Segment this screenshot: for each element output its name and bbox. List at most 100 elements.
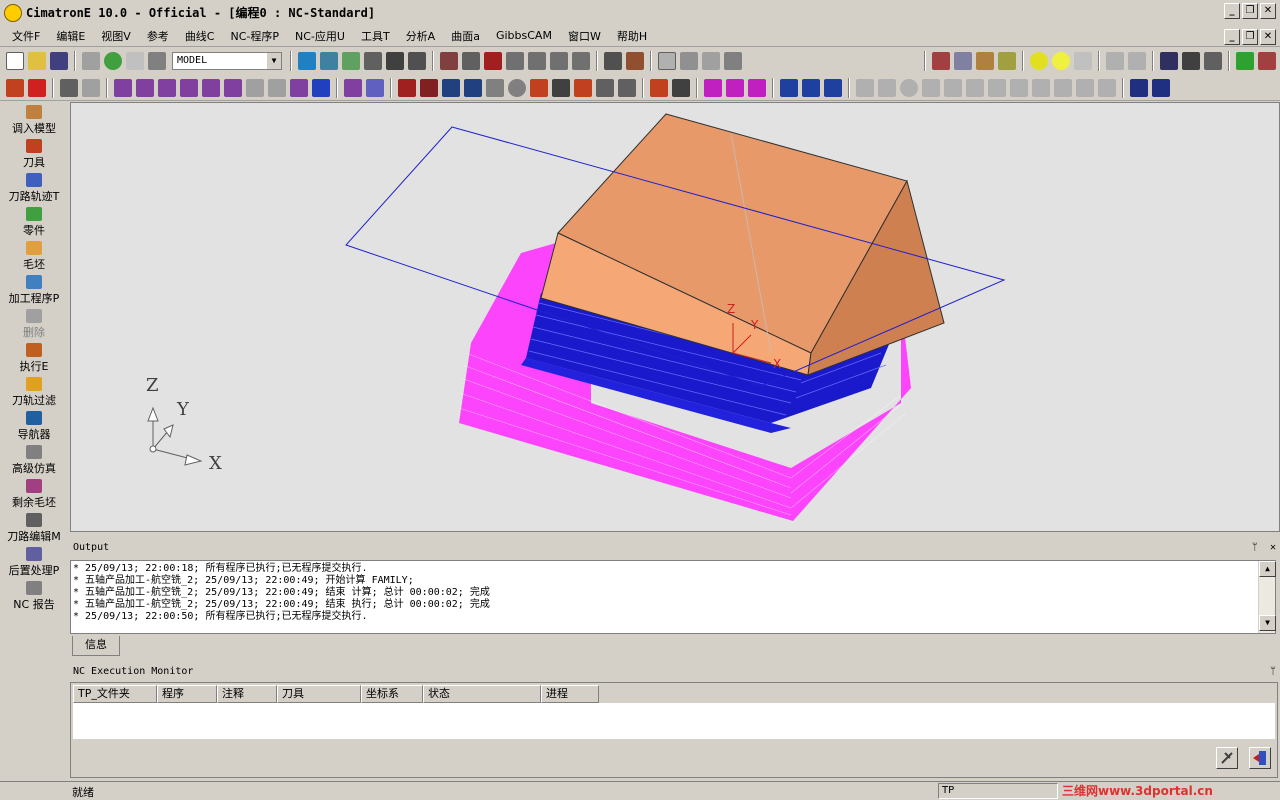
sketch-9-icon[interactable] — [1032, 78, 1050, 97]
sketch-6-icon[interactable] — [966, 78, 984, 97]
menu-item-12[interactable]: 帮助H — [609, 28, 655, 44]
pin-icon[interactable]: ᛘ — [1270, 664, 1276, 680]
pick-mode-icon[interactable] — [82, 78, 100, 97]
table-tool-icon[interactable] — [398, 78, 416, 97]
light-bulb-icon[interactable] — [1052, 52, 1070, 70]
doc-restore-button[interactable]: ❐ — [1242, 29, 1258, 45]
restore-button[interactable]: ❐ — [1242, 3, 1258, 19]
monitor-column-header[interactable]: 进程 — [541, 685, 599, 703]
rotate-icon[interactable] — [408, 52, 426, 70]
model-mode-icon[interactable] — [148, 52, 166, 70]
monitor-column-header[interactable]: 注释 — [217, 685, 277, 703]
sketch-1-icon[interactable] — [856, 78, 874, 97]
view-front-icon[interactable] — [484, 52, 502, 70]
pan-icon[interactable] — [386, 52, 404, 70]
view-left-icon[interactable] — [528, 52, 546, 70]
pin-icon[interactable]: ᛘ — [1252, 542, 1258, 553]
point-tool-icon[interactable] — [344, 78, 362, 97]
menu-item-2[interactable]: 视图V — [93, 28, 139, 44]
nc-guide-item-4[interactable]: 毛坯 — [0, 238, 68, 272]
nc-guide-item-5[interactable]: 加工程序P — [0, 272, 68, 306]
nc-guide-item-7[interactable]: 执行E — [0, 340, 68, 374]
monitor-column-header[interactable]: 刀具 — [277, 685, 361, 703]
doc-minimize-button[interactable]: _ — [1224, 29, 1240, 45]
pin-tool-icon[interactable] — [530, 78, 548, 97]
measure-icon[interactable] — [1182, 52, 1200, 70]
view-restore-icon[interactable] — [626, 52, 644, 70]
monitor-column-header[interactable]: 状态 — [423, 685, 541, 703]
cut-icon[interactable] — [932, 52, 950, 70]
close-button[interactable]: ✕ — [1260, 3, 1276, 19]
monitor-column-header[interactable]: TP_文件夹 — [73, 685, 157, 703]
arrange-tool-icon[interactable] — [596, 78, 614, 97]
scroll-up-icon[interactable]: ▲ — [1259, 561, 1276, 577]
sketch-4-icon[interactable] — [922, 78, 940, 97]
view-back-icon[interactable] — [550, 52, 568, 70]
zoom-magnifier-icon[interactable] — [364, 52, 382, 70]
nc-guide-item-12[interactable]: 刀路编辑M — [0, 510, 68, 544]
arrow-left-icon[interactable] — [1106, 52, 1124, 70]
report-tool-icon[interactable] — [464, 78, 482, 97]
paste-icon[interactable] — [954, 52, 972, 70]
circle-tool-icon[interactable] — [508, 78, 526, 97]
nc-guide-item-11[interactable]: 剩余毛坯 — [0, 476, 68, 510]
path-tool-2-icon[interactable] — [726, 78, 744, 97]
sketch-10-icon[interactable] — [1054, 78, 1072, 97]
chevron-down-icon[interactable]: ▼ — [267, 53, 281, 69]
shade-wire-icon[interactable] — [658, 52, 676, 70]
axis-tool-3-icon[interactable] — [824, 78, 842, 97]
nc-guide-item-14[interactable]: NC 报告 — [0, 578, 68, 612]
curve-tool-9-icon[interactable] — [290, 78, 308, 97]
menu-item-8[interactable]: 分析A — [398, 28, 444, 44]
delete-icon[interactable] — [28, 78, 46, 97]
axis-tool-2-icon[interactable] — [802, 78, 820, 97]
graphics-viewport[interactable]: Z Y X Z Y X — [70, 102, 1280, 532]
light-on-icon[interactable] — [1030, 52, 1048, 70]
curve-tool-8-icon[interactable] — [268, 78, 286, 97]
nc-guide-item-3[interactable]: 零件 — [0, 204, 68, 238]
shade-solid-icon[interactable] — [702, 52, 720, 70]
curve-tool-2-icon[interactable] — [136, 78, 154, 97]
zoom-window-icon[interactable] — [320, 52, 338, 70]
sketch-3-icon[interactable] — [900, 78, 918, 97]
close-icon[interactable]: ✕ — [1270, 542, 1276, 553]
link-tool-icon[interactable] — [552, 78, 570, 97]
nc-guide-item-8[interactable]: 刀轨过滤 — [0, 374, 68, 408]
curve-tool-7-icon[interactable] — [246, 78, 264, 97]
tab-info[interactable]: 信息 — [72, 636, 120, 656]
menu-item-6[interactable]: NC-应用U — [287, 28, 353, 44]
copy-icon[interactable] — [976, 52, 994, 70]
sketch-7-icon[interactable] — [988, 78, 1006, 97]
sketch-8-icon[interactable] — [1010, 78, 1028, 97]
menu-item-4[interactable]: 曲线C — [177, 28, 223, 44]
stop-button[interactable] — [1216, 747, 1238, 769]
nc-guide-item-1[interactable]: 刀具 — [0, 136, 68, 170]
menu-item-0[interactable]: 文件F — [4, 28, 48, 44]
curve-tool-4-icon[interactable] — [180, 78, 198, 97]
menu-item-9[interactable]: 曲面a — [443, 28, 488, 44]
scroll-down-icon[interactable]: ▼ — [1259, 615, 1276, 631]
print-icon[interactable] — [82, 52, 100, 70]
shade-hidden-icon[interactable] — [680, 52, 698, 70]
tree-icon[interactable] — [1160, 52, 1178, 70]
filter-icon[interactable] — [126, 52, 144, 70]
output-scrollbar[interactable]: ▲ ▼ — [1258, 561, 1276, 633]
menu-item-7[interactable]: 工具T — [353, 28, 398, 44]
curve-tool-6-icon[interactable] — [224, 78, 242, 97]
save-file-icon[interactable] — [50, 52, 68, 70]
plane-tool-icon[interactable] — [1130, 78, 1148, 97]
output-log[interactable]: * 25/09/13; 22:00:18; 所有程序已执行;已无程序提交执行. *… — [70, 560, 1276, 634]
sketch-2-icon[interactable] — [878, 78, 896, 97]
pick-filter-icon[interactable] — [60, 78, 78, 97]
monitor-column-header[interactable]: 程序 — [157, 685, 217, 703]
arrow-right-icon[interactable] — [1128, 52, 1146, 70]
view-top-icon[interactable] — [462, 52, 480, 70]
nc-guide-item-9[interactable]: 导航器 — [0, 408, 68, 442]
grid-icon[interactable] — [1204, 52, 1222, 70]
render-mode-icon[interactable] — [724, 52, 742, 70]
edit-tool-icon[interactable] — [650, 78, 668, 97]
repaint-icon[interactable] — [998, 52, 1016, 70]
menu-item-11[interactable]: 窗口W — [560, 28, 609, 44]
menu-item-3[interactable]: 参考 — [139, 28, 177, 44]
normal-tool-icon[interactable] — [366, 78, 384, 97]
